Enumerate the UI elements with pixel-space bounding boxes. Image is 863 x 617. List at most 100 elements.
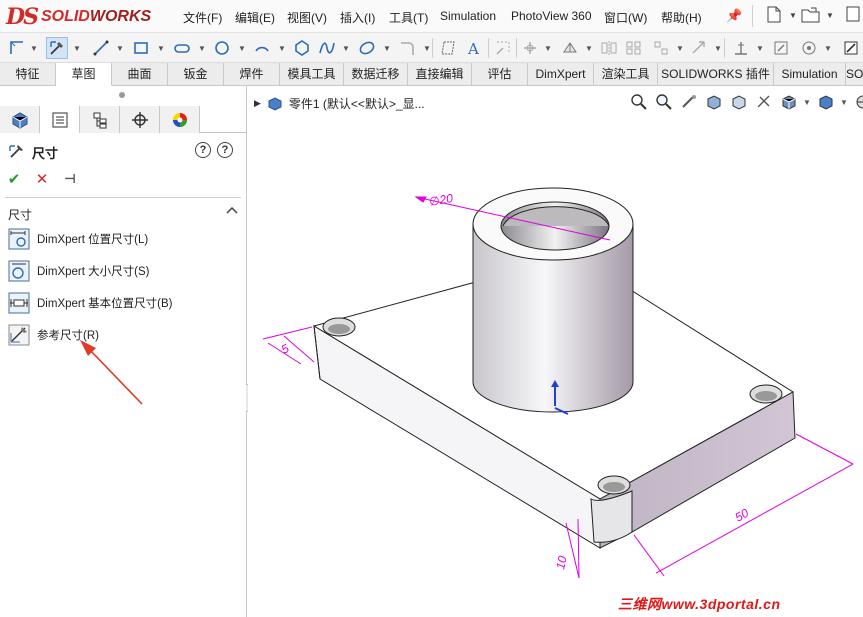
diameter-dimension-label[interactable]: ∅20 [428,191,454,209]
repair-sketch-icon[interactable] [770,37,792,59]
display-relations-icon[interactable] [730,37,752,59]
offset-dropdown-icon[interactable]: ▼ [585,44,593,53]
new-dropdown-icon[interactable]: ▼ [789,11,797,20]
hide-show-dropdown-icon[interactable]: ▼ [840,98,848,107]
part-icon [268,96,282,111]
fillet-icon[interactable] [396,37,418,59]
menu-tools[interactable]: 工具(T) [389,9,428,26]
zoom-to-fit-icon[interactable] [628,92,649,112]
save-icon[interactable] [842,6,863,26]
menu-edit[interactable]: 编辑(E) [235,9,275,26]
open-dropdown-icon[interactable]: ▼ [826,11,834,20]
toolbar-separator [432,38,433,58]
convert-entities-icon[interactable] [519,37,541,59]
offset-icon[interactable] [559,37,581,59]
tab-surfaces[interactable]: 曲面 [112,63,168,86]
shaded-sketch-icon[interactable] [840,37,862,59]
tab-features[interactable]: 特征 [0,63,56,86]
menu-view[interactable]: 视图(V) [287,9,327,26]
section-view-icon[interactable] [703,92,724,112]
display-style-dropdown-icon[interactable]: ▼ [803,98,811,107]
height-dimension-label[interactable]: 10 [553,554,570,570]
thickness-dimension-label[interactable]: 5 [279,341,292,357]
previous-view-icon[interactable] [678,92,699,112]
snaps-dropdown-icon[interactable]: ▼ [824,44,832,53]
view-orientation-icon[interactable] [753,92,774,112]
line-dropdown-icon[interactable]: ▼ [116,44,124,53]
menu-simulation[interactable]: Simulation [440,9,496,23]
move-dropdown-icon[interactable]: ▼ [714,44,722,53]
toolbar-separator [488,38,489,58]
tab-direct-editing[interactable]: 直接编辑 [408,63,472,86]
move-entities-icon[interactable] [688,37,710,59]
menu-photoview[interactable]: PhotoView 360 [511,9,592,23]
expand-arrow-icon[interactable]: ▶ [254,98,261,109]
tab-weldments[interactable]: 焊件 [224,63,280,86]
sketch-toolbar: ▼ ▼ ▼ ▼ ▼ ▼ ▼ ▼ ▼ ▼ A ▼ ▼ ▼ ▼ ▼ ▼ [0,33,863,63]
open-folder-icon[interactable] [800,6,822,26]
property-manager-panel: 尺寸 ? ? ✔ ✕ ⊣ 尺寸 DimXpert 位置尺寸(L) DimXper… [0,86,247,617]
new-document-icon[interactable] [763,6,785,26]
quick-snaps-icon[interactable] [798,37,820,59]
edit-appearance-icon[interactable] [852,92,863,112]
rectangle-dropdown-icon[interactable]: ▼ [157,44,165,53]
arc-dropdown-icon[interactable]: ▼ [278,44,286,53]
array-icon[interactable] [650,37,672,59]
tab-mold-tools[interactable]: 模具工具 [280,63,344,86]
circle-icon[interactable] [211,37,233,59]
pin-icon[interactable]: 📌 [726,8,742,24]
part-model[interactable]: ∅20 5 50 10 [248,86,863,617]
convert-dropdown-icon[interactable]: ▼ [544,44,552,53]
toolbar-separator [724,38,725,58]
tab-simulation[interactable]: Simulation [774,63,846,86]
polygon-icon[interactable] [291,37,313,59]
array-dropdown-icon[interactable]: ▼ [676,44,684,53]
mirror-icon[interactable] [598,37,620,59]
tab-sheet-metal[interactable]: 钣金 [168,63,224,86]
ellipse-icon[interactable] [356,37,378,59]
spline-icon[interactable] [316,37,338,59]
menu-help[interactable]: 帮助(H) [661,9,702,26]
plane-icon[interactable] [437,37,459,59]
arc-icon[interactable] [251,37,273,59]
trim-icon[interactable] [492,37,514,59]
dynamic-annotation-icon[interactable] [728,92,749,112]
hide-show-items-icon[interactable] [815,92,836,112]
menu-bar: DS SOLIDWORKS 文件(F) 编辑(E) 视图(V) 插入(I) 工具… [0,0,863,33]
sketch-icon[interactable] [46,37,68,59]
tab-data-migration[interactable]: 数据迁移 [344,63,408,86]
menu-file[interactable]: 文件(F) [183,9,222,26]
graphics-area[interactable]: ∅20 5 50 10 ▶ 零件1 (默认<<默认>_显... ▼ ▼ 三维网w… [248,86,863,617]
menu-separator [752,5,753,27]
slot-dropdown-icon[interactable]: ▼ [198,44,206,53]
slot-icon[interactable] [171,37,193,59]
part-name: 零件1 (默认<<默认>_显... [288,97,425,111]
svg-text:A: A [467,40,479,57]
watermark: 三维网www.3dportal.cn [618,596,781,612]
tab-sketch[interactable]: 草图 [56,63,112,86]
tab-solidworks-addins[interactable]: SOLIDWORKS 插件 [658,63,774,86]
spline-dropdown-icon[interactable]: ▼ [342,44,350,53]
solidworks-logo[interactable]: DS SOLIDWORKS [6,2,151,31]
sketch-dropdown-icon[interactable]: ▼ [30,44,38,53]
tab-render-tools[interactable]: 渲染工具 [594,63,658,86]
rectangle-icon[interactable] [130,37,152,59]
fillet-dropdown-icon[interactable]: ▼ [423,44,431,53]
ellipse-dropdown-icon[interactable]: ▼ [383,44,391,53]
menu-window[interactable]: 窗口(W) [604,9,647,26]
tab-dimxpert[interactable]: DimXpert [528,63,594,86]
smart-dimension-icon[interactable] [6,37,28,59]
feature-tree-breadcrumb[interactable]: ▶ 零件1 (默认<<默认>_显... [254,95,425,112]
dimension-dropdown-icon[interactable]: ▼ [73,44,81,53]
circle-dropdown-icon[interactable]: ▼ [238,44,246,53]
display-style-icon[interactable] [778,92,799,112]
relations-dropdown-icon[interactable]: ▼ [756,44,764,53]
linear-pattern-icon[interactable] [623,37,645,59]
tab-solidworks-more[interactable]: SO [846,63,863,86]
line-icon[interactable] [90,37,112,59]
text-icon[interactable]: A [462,37,484,59]
tab-evaluate[interactable]: 评估 [472,63,528,86]
menu-insert[interactable]: 插入(I) [340,9,375,26]
ds-logo-mark: DS [6,3,39,30]
zoom-to-area-icon[interactable] [653,92,674,112]
